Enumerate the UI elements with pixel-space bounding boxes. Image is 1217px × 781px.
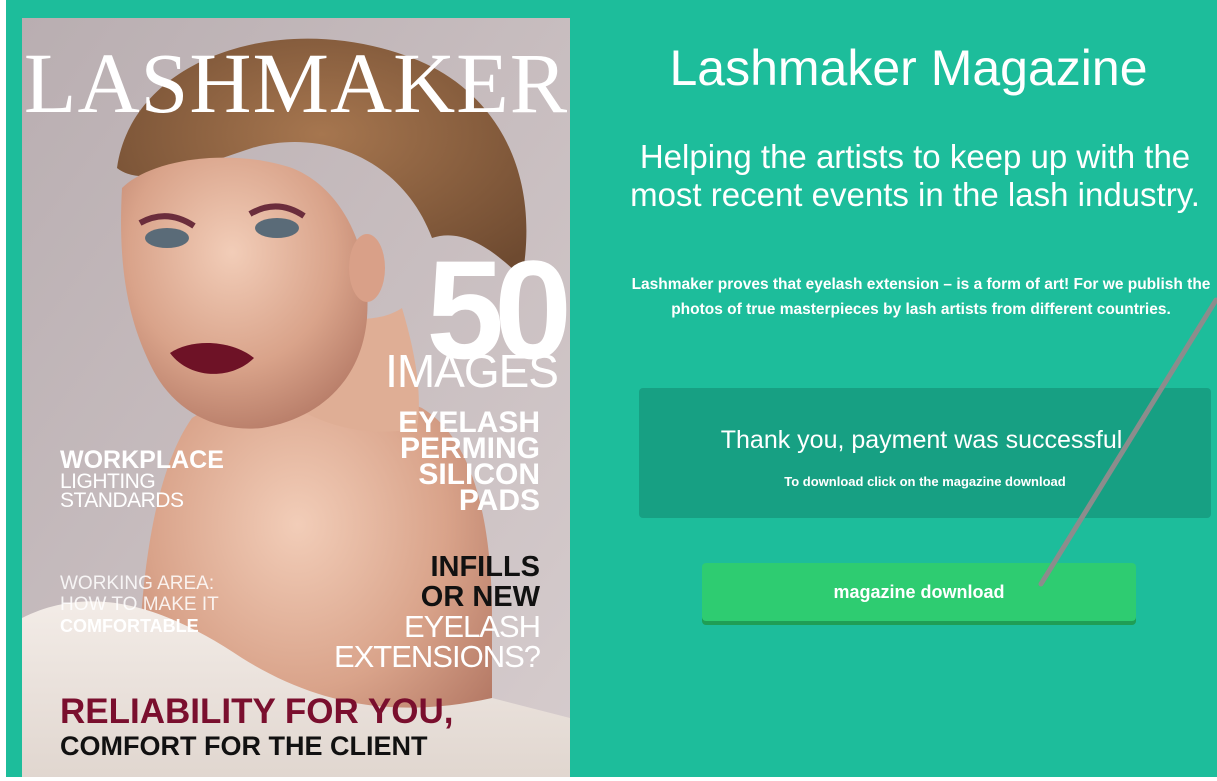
page-description: Lashmaker proves that eyelash extension … — [631, 276, 1211, 318]
cover-working-line: HOW TO MAKE IT — [60, 594, 219, 615]
page-subtitle: Helping the artists to keep up with the … — [630, 138, 1200, 213]
cover-infills-headline: INFILLS OR NEW EYELASH EXTENSIONS? — [322, 551, 541, 674]
cover-working-bold: COMFORTABLE — [60, 616, 199, 636]
cover-workplace-bold: WORKPLACE — [60, 446, 224, 474]
cover-images-label: IMAGES — [385, 345, 559, 397]
cover-infills-bold: INFILLS — [430, 551, 540, 583]
cover-working-area-headline: WORKING AREA: HOW TO MAKE IT COMFORTABLE — [60, 573, 320, 637]
payment-success-title: Thank you, payment was successful. — [720, 426, 1130, 454]
cover-title: LASHMAKER — [23, 35, 569, 131]
payment-success-panel: Thank you, payment was successful. To do… — [639, 388, 1211, 518]
cover-infills-line: EYELASH — [403, 609, 541, 644]
cover-eyelash-line: PADS — [458, 484, 540, 517]
cover-working-line: WORKING AREA: — [60, 573, 215, 594]
cover-workplace-line: STANDARDS — [60, 489, 184, 512]
cover-workplace-headline: WORKPLACE LIGHTING STANDARDS — [60, 446, 320, 512]
cover-reliability-line1: RELIABILITY FOR YOU, — [60, 692, 454, 731]
page-bottom-edge — [0, 777, 1217, 781]
cover-reliability-headline: RELIABILITY FOR YOU, COMFORT FOR THE CLI… — [60, 694, 560, 762]
magazine-download-button[interactable]: magazine download — [702, 563, 1136, 621]
cover-eyelash-headline: EYELASH PERMING SILICON PADS — [362, 408, 540, 517]
cover-infills-line: EXTENSIONS? — [333, 639, 541, 674]
page-title: Lashmaker Magazine — [669, 40, 1148, 96]
payment-success-instructions: To download click on the magazine downlo… — [784, 474, 1066, 489]
cover-infills-bold: OR NEW — [420, 581, 540, 613]
magazine-cover-image: LASHMAKER 50 IMAGES EYELASH PERMING SILI… — [22, 18, 570, 781]
cover-reliability-line2: COMFORT FOR THE CLIENT — [60, 731, 428, 761]
